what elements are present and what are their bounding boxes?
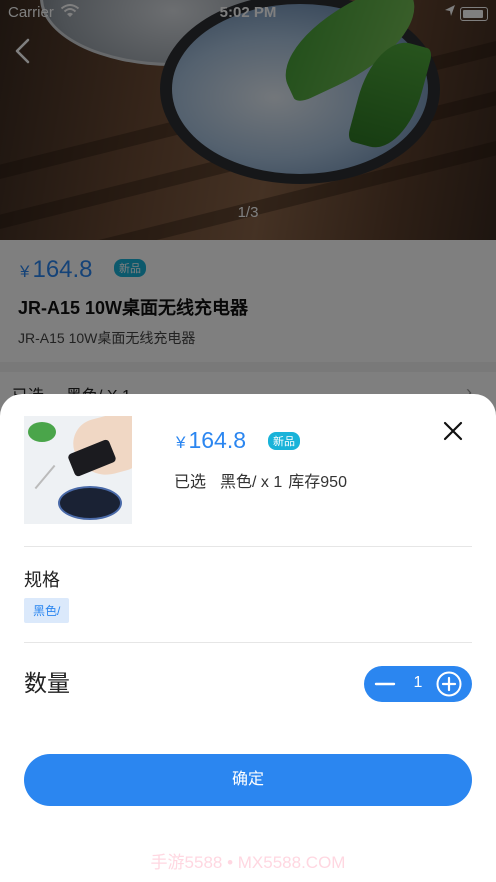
quantity-label: 数量 (24, 670, 70, 696)
stock-count: 库存950 (288, 474, 347, 491)
minus-icon[interactable] (372, 672, 398, 696)
confirm-button[interactable]: 确定 (24, 754, 472, 806)
watermark: 手游5588 • MX5588.COM (150, 853, 346, 872)
spec-option-black[interactable]: 黑色/ (24, 598, 70, 623)
sheet-price: ¥164.8 (176, 427, 247, 453)
selected-label: 已选 (174, 474, 207, 491)
close-icon[interactable] (440, 418, 466, 444)
sheet-new-badge: 新品 (268, 432, 300, 450)
quantity-value: 1 (413, 674, 423, 691)
selected-value: 黑色/ x 1 (220, 474, 283, 491)
spec-label: 规格 (24, 570, 60, 590)
divider (24, 546, 472, 547)
quantity-stepper: 1 (364, 666, 472, 702)
selected-summary: 已选 黑色/ x 1 库存950 (174, 468, 347, 492)
plus-icon[interactable] (436, 671, 462, 697)
spec-selection-sheet: ¥164.8 新品 已选 黑色/ x 1 库存950 规格 黑色/ 数量 1 确定 … (0, 394, 496, 882)
divider (24, 642, 472, 643)
product-thumbnail (24, 416, 132, 524)
